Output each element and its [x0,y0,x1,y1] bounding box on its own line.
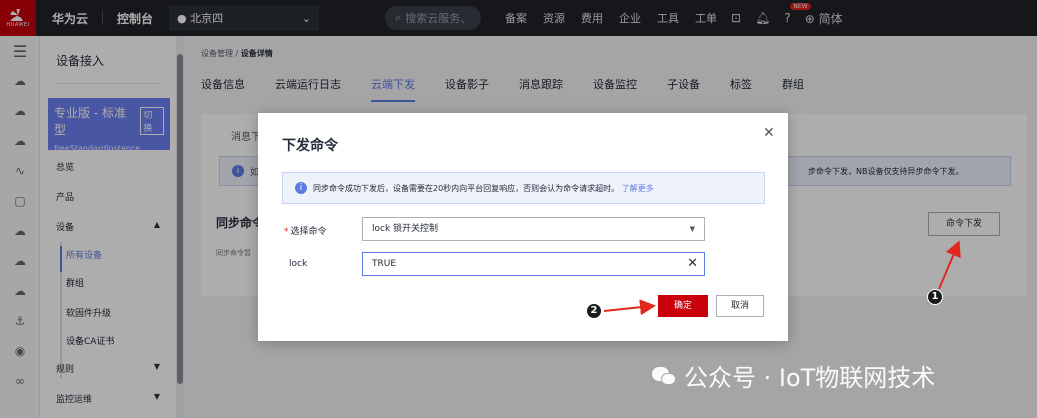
lock-value: TRUE [372,259,397,269]
clear-icon[interactable]: ✕ [687,253,698,275]
close-icon[interactable]: ✕ [763,125,775,141]
command-select-value: lock 锁开关控制 [372,224,439,234]
annotation-badge-2: 2 [586,303,602,319]
learn-more-link[interactable]: 了解更多 [622,184,654,193]
lock-value-input[interactable]: TRUE ✕ [362,252,705,276]
info-icon: i [295,182,307,194]
dialog-info-banner: i 同步命令成功下发后，设备需要在20秒内向平台回复响应，否则会认为命令请求超时… [282,172,765,204]
cancel-button[interactable]: 取消 [716,295,764,317]
select-command-label: * 选择命令 [284,224,327,237]
command-select[interactable]: lock 锁开关控制 ▼ [362,217,705,241]
dialog-info-text: 同步命令成功下发后，设备需要在20秒内向平台回复响应，否则会认为命令请求超时。 [313,184,620,193]
confirm-button[interactable]: 确定 [658,295,708,317]
watermark: 公众号 · IoT物联网技术 [652,358,935,393]
select-command-label-text: 选择命令 [290,227,327,237]
send-command-dialog: 下发命令 ✕ i 同步命令成功下发后，设备需要在20秒内向平台回复响应，否则会认… [258,113,788,341]
annotation-badge-1: 1 [927,289,943,305]
caret-down-icon: ▼ [689,225,695,233]
watermark-text: 公众号 · IoT物联网技术 [684,364,936,392]
lock-label: lock [289,259,308,269]
required-asterisk: * [284,227,289,237]
dialog-title: 下发命令 [282,138,338,154]
wechat-icon [652,365,678,387]
